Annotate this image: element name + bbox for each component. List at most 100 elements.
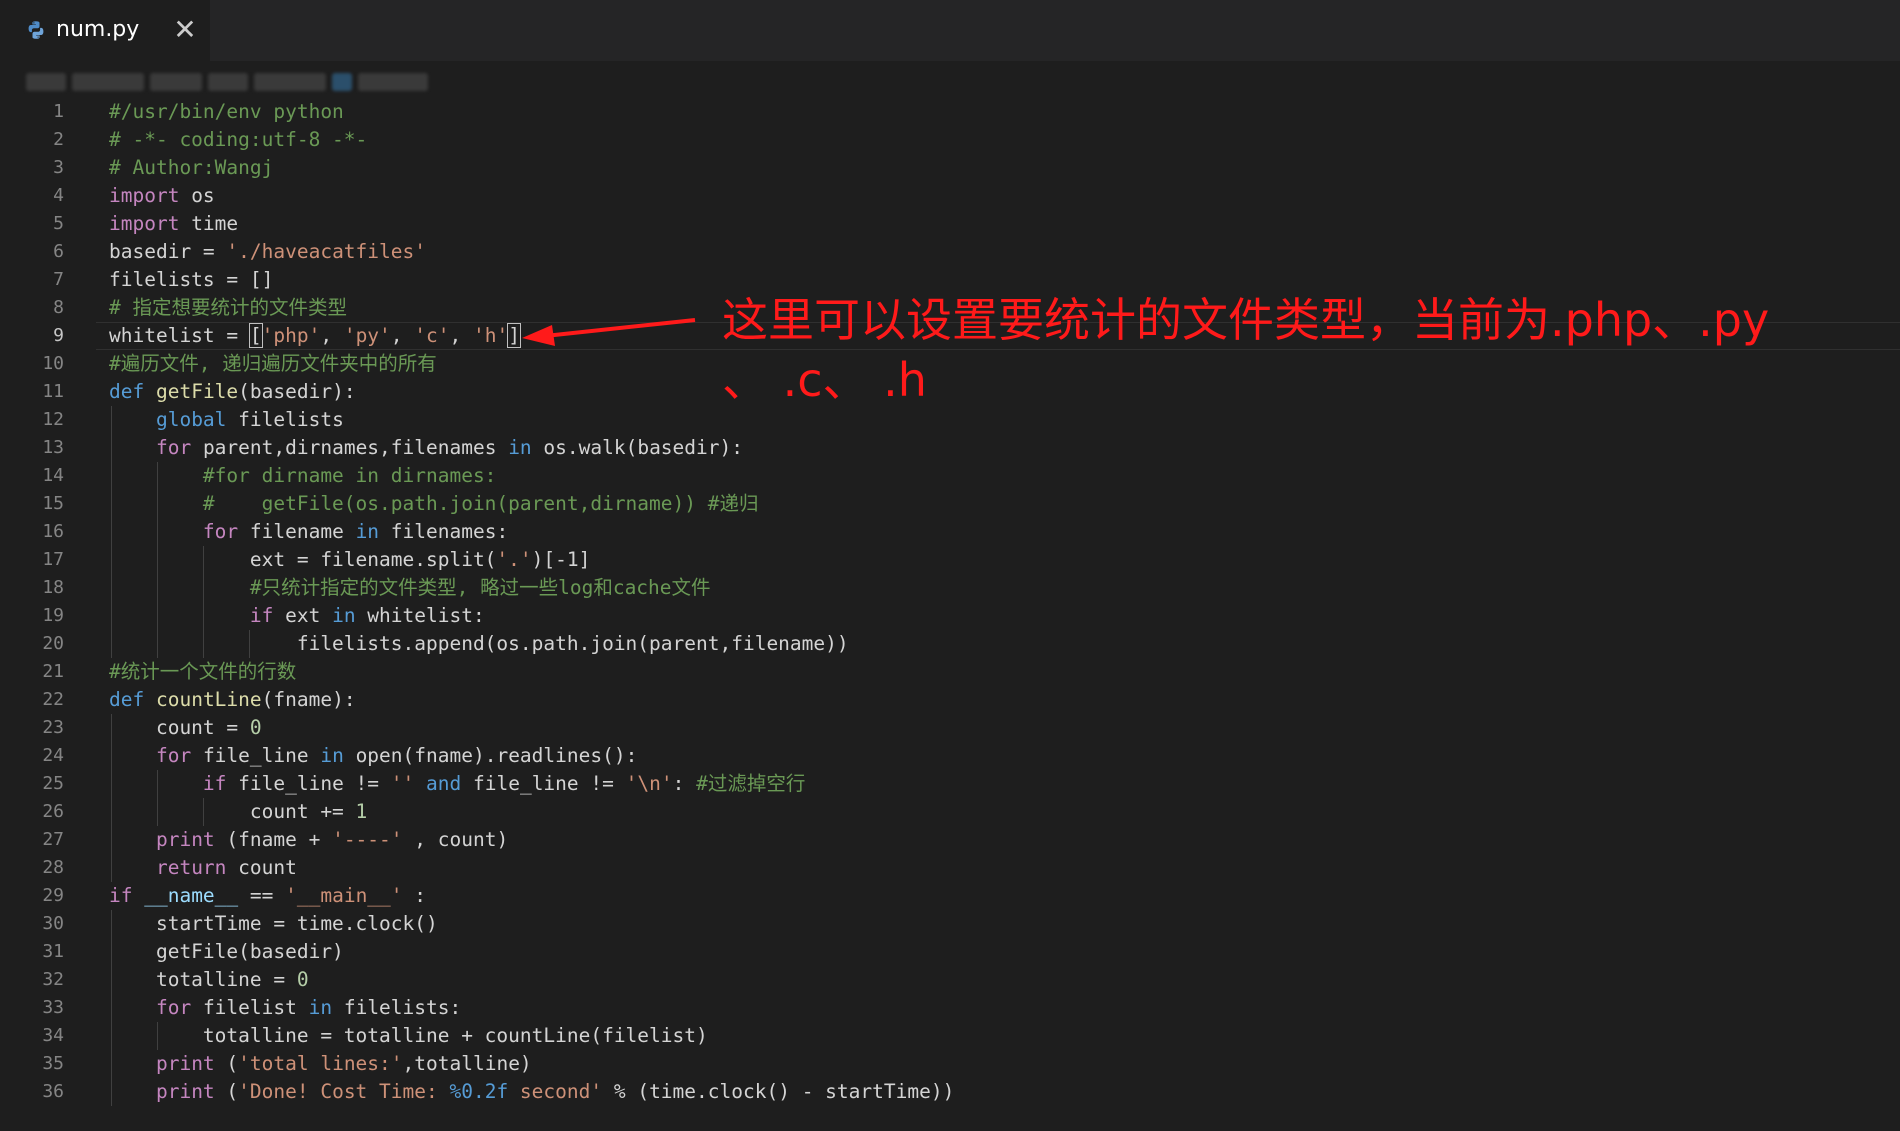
code-token: , count): [402, 828, 509, 851]
code-line[interactable]: 3 # Author:Wangj: [0, 154, 1900, 182]
code-line[interactable]: 31 getFile(basedir): [0, 938, 1900, 966]
code-line[interactable]: 21 #统计一个文件的行数: [0, 658, 1900, 686]
code-token: file_line !=: [226, 772, 391, 795]
code-token: '__main__': [285, 884, 403, 907]
code-token: print: [155, 1052, 215, 1075]
code-token: %0.2f: [449, 1080, 509, 1103]
line-number: 3: [53, 157, 64, 178]
code-line[interactable]: 32 totalline = 0: [0, 966, 1900, 994]
line-number: 2: [53, 129, 64, 150]
code-token: global: [155, 408, 227, 431]
line-number: 9: [53, 325, 64, 346]
code-line[interactable]: 15 # getFile(os.path.join(parent,dirname…: [0, 490, 1900, 518]
code-token: if: [109, 884, 133, 907]
code-text: whitelist = ['php', 'py', 'c', 'h']: [109, 322, 521, 350]
code-token: 0: [296, 968, 309, 991]
code-line[interactable]: 5 import time: [0, 210, 1900, 238]
code-token: ,totalline): [402, 1052, 532, 1075]
code-token: filelists:: [332, 996, 462, 1019]
code-line[interactable]: 14 #for dirname in dirnames:: [0, 462, 1900, 490]
code-line[interactable]: 28 return count: [0, 854, 1900, 882]
code-token: file_line !=: [461, 772, 626, 795]
code-token: # Author:Wangj: [109, 156, 274, 179]
line-number: 4: [53, 185, 64, 206]
annotation-line-2: 、 .c、 .h: [722, 353, 927, 407]
close-icon[interactable]: ✕: [170, 12, 200, 48]
code-line[interactable]: 36 print ('Done! Cost Time: %0.2f second…: [0, 1078, 1900, 1106]
code-text: totalline = 0: [109, 966, 309, 994]
code-line[interactable]: 12 global filelists: [0, 406, 1900, 434]
code-line[interactable]: 23 count = 0: [0, 714, 1900, 742]
code-text: print (fname + '----' , count): [109, 826, 508, 854]
code-token: # -*- coding:utf-8 -*-: [109, 128, 368, 151]
code-text: count += 1: [109, 798, 367, 826]
code-token: whitelist:: [355, 604, 485, 627]
code-line[interactable]: 24 for file_line in open(fname).readline…: [0, 742, 1900, 770]
indent-guide: [111, 910, 112, 1106]
code-line[interactable]: 18 #只统计指定的文件类型, 略过一些log和cache文件: [0, 574, 1900, 602]
code-line[interactable]: 16 for filename in filenames:: [0, 518, 1900, 546]
code-line[interactable]: 6 basedir = './haveacatfiles': [0, 238, 1900, 266]
code-line[interactable]: 30 startTime = time.clock(): [0, 910, 1900, 938]
annotation-line-1: 这里可以设置要统计的文件类型，当前为.php、.py: [722, 293, 1770, 347]
code-editor[interactable]: 1 #/usr/bin/env python 2 # -*- coding:utf-8…: [0, 98, 1900, 1131]
code-line[interactable]: 17 ext = filename.split('.')[-1]: [0, 546, 1900, 574]
line-number: 34: [42, 1025, 64, 1046]
code-token: 'php': [261, 324, 321, 347]
line-number: 15: [42, 493, 64, 514]
code-line[interactable]: 29 if __name__ == '__main__' :: [0, 882, 1900, 910]
line-number: 30: [42, 913, 64, 934]
code-token: #只统计指定的文件类型, 略过一些log和cache文件: [249, 576, 711, 599]
code-token: countLine: [155, 688, 262, 711]
code-line[interactable]: 34 totalline = totalline + countLine(fil…: [0, 1022, 1900, 1050]
code-token: ext: [273, 604, 333, 627]
code-text: for parent,dirnames,filenames in os.walk…: [109, 434, 743, 462]
code-token: 'c': [414, 324, 450, 347]
code-line[interactable]: 2 # -*- coding:utf-8 -*-: [0, 126, 1900, 154]
code-token: count: [226, 856, 297, 879]
line-number: 13: [42, 437, 64, 458]
code-token: in: [308, 996, 333, 1019]
code-text: # getFile(os.path.join(parent,dirname)) …: [109, 490, 759, 518]
code-line[interactable]: 33 for filelist in filelists:: [0, 994, 1900, 1022]
code-line[interactable]: 27 print (fname + '----' , count): [0, 826, 1900, 854]
code-token: count +=: [109, 800, 356, 823]
code-token: in: [355, 520, 380, 543]
code-token: __name__: [144, 884, 239, 907]
code-line[interactable]: 20 filelists.append(os.path.join(parent,…: [0, 630, 1900, 658]
code-token: filelist: [191, 996, 309, 1019]
code-text: #只统计指定的文件类型, 略过一些log和cache文件: [109, 574, 711, 602]
code-token: ==: [238, 884, 286, 907]
code-token: parent,dirnames,filenames: [191, 436, 509, 459]
code-line[interactable]: 13 for parent,dirnames,filenames in os.w…: [0, 434, 1900, 462]
code-token: ext = filename.split(: [109, 548, 497, 571]
code-line[interactable]: 25 if file_line != '' and file_line != '…: [0, 770, 1900, 798]
code-line[interactable]: 4 import os: [0, 182, 1900, 210]
code-token: print: [155, 828, 215, 851]
code-line[interactable]: 35 print ('total lines:',totalline): [0, 1050, 1900, 1078]
code-text: for file_line in open(fname).readlines()…: [109, 742, 637, 770]
code-line[interactable]: 22 def countLine(fname):: [0, 686, 1900, 714]
code-token: :: [672, 772, 697, 795]
code-text: #统计一个文件的行数: [109, 658, 296, 686]
line-number: 35: [42, 1053, 64, 1074]
code-line[interactable]: 26 count += 1: [0, 798, 1900, 826]
tab-num-py[interactable]: num.py ✕: [0, 0, 210, 61]
line-number: 31: [42, 941, 64, 962]
code-token: print: [155, 1080, 215, 1103]
code-line[interactable]: 1 #/usr/bin/env python: [0, 98, 1900, 126]
code-line[interactable]: 19 if ext in whitelist:: [0, 602, 1900, 630]
tab-bar: num.py ✕: [0, 0, 1900, 61]
code-token: 'Done! Cost Time:: [238, 1080, 450, 1103]
code-text: #for dirname in dirnames:: [109, 462, 497, 490]
code-token: filelists.append(os.path.join(parent,fil…: [109, 632, 849, 655]
code-token: (: [214, 1080, 239, 1103]
code-token: ,: [449, 324, 473, 347]
code-token: filelists = []: [109, 268, 274, 291]
code-text: def getFile(basedir):: [109, 378, 356, 406]
code-token: if: [202, 772, 227, 795]
code-token: for: [155, 744, 192, 767]
